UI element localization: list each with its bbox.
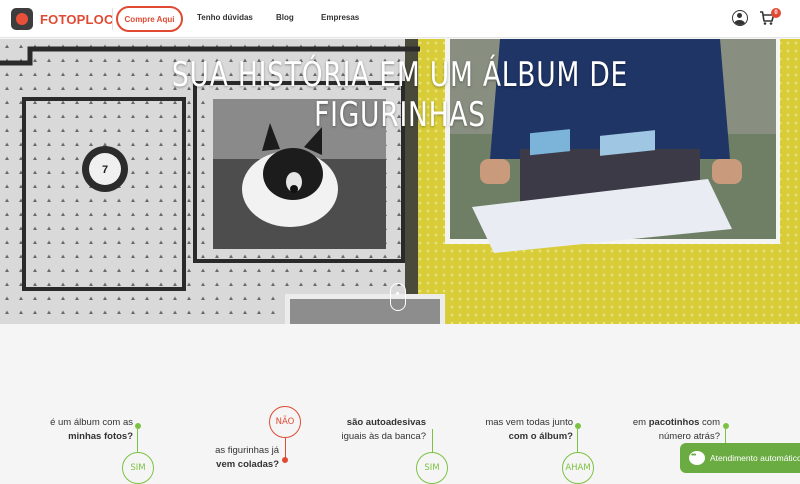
faq-dot-5 [723,423,729,429]
hero-banner: 7 SUA HISTÓRIA EM UM ÁLBUM DE FIGURINHAS [0,39,800,324]
nav-link-faq[interactable]: Tenho dúvidas [197,13,253,22]
hero-title: SUA HISTÓRIA EM UM ÁLBUM DE FIGURINHAS [171,55,629,135]
faq-connector-3 [432,429,433,453]
logo-icon [11,8,33,30]
chat-support-button[interactable]: Atendimento automático [680,443,800,473]
faq-connector-1 [137,429,138,453]
cart-count-badge: 0 [771,8,781,18]
brand-logo[interactable]: FOTOPLOC [11,8,114,30]
brand-name: FOTOPLOC [40,11,114,27]
chat-bubble-icon [689,451,705,465]
faq-question-2: as figurinhas já vem coladas? [215,445,279,470]
nav-link-business[interactable]: Empresas [321,13,359,22]
sticker-number: 7 [102,164,108,176]
site-header: FOTOPLOC Compre Aqui Tenho dúvidas Blog … [0,0,800,38]
faq-dot-4 [575,423,581,429]
faq-question-3: são autoadesivas iguais às da banca? [341,417,426,442]
faq-question-1: é um álbum com as minhas fotos? [50,417,133,442]
buy-now-button[interactable]: Compre Aqui [116,6,183,32]
faq-connector-4 [577,429,578,453]
faq-answer-4: AHAM [562,452,594,484]
faq-question-4: mas vem todas junto com o álbum? [485,417,573,442]
faq-answer-3: SIM [416,452,448,484]
user-account-icon[interactable] [732,10,748,26]
faq-connector-2 [285,438,286,458]
scroll-down-indicator[interactable] [390,283,406,311]
faq-dot-2 [282,457,288,463]
nav-divider [112,8,113,30]
faq-answer-2: NÃO [269,406,301,438]
chat-label: Atendimento automático [710,453,800,463]
faq-question-5: em pacotinhos com número atrás? [632,417,720,442]
nav-link-blog[interactable]: Blog [276,13,294,22]
faq-dot-1 [135,423,141,429]
faq-answer-1: SIM [122,452,154,484]
